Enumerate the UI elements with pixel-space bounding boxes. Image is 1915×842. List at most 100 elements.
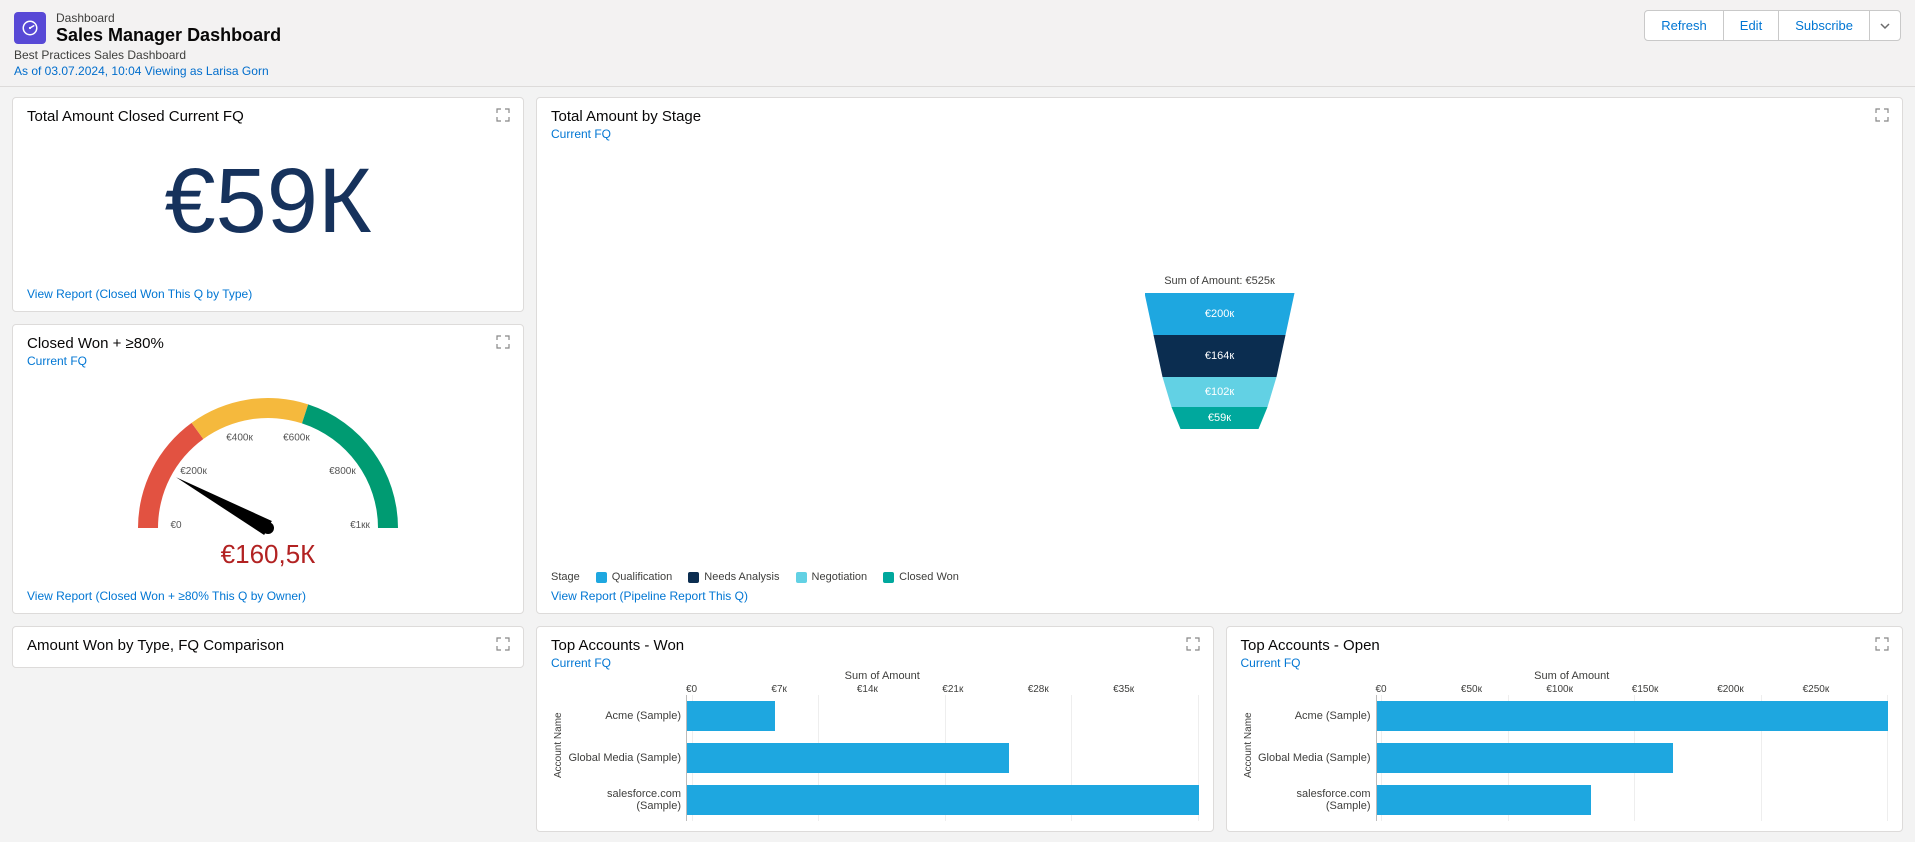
chevron-down-icon <box>1880 21 1890 31</box>
card-title: Total Amount by Stage <box>551 108 1888 125</box>
expand-button[interactable] <box>493 635 513 655</box>
card-total-amount-closed: Total Amount Closed Current FQ €59К View… <box>12 97 524 312</box>
legend-label: Closed Won <box>899 571 959 583</box>
x-tick: €35к <box>1113 684 1198 695</box>
x-axis-label: Sum of Amount <box>1256 670 1889 682</box>
svg-text:€0: €0 <box>170 520 182 531</box>
legend-swatch <box>796 572 807 583</box>
bar-fill <box>687 701 775 730</box>
expand-button[interactable] <box>493 333 513 353</box>
legend-label: Needs Analysis <box>704 571 779 583</box>
expand-icon <box>496 335 510 349</box>
x-tick: €50к <box>1461 684 1546 695</box>
x-tick: €0 <box>1376 684 1461 695</box>
header-actions: Refresh Edit Subscribe <box>1644 10 1901 41</box>
page-header: Dashboard Sales Manager Dashboard Best P… <box>0 0 1915 87</box>
x-tick: €14к <box>857 684 942 695</box>
legend-swatch <box>688 572 699 583</box>
bar-label: Global Media (Sample) <box>566 752 681 764</box>
expand-icon <box>496 637 510 651</box>
legend-item: Needs Analysis <box>688 571 779 583</box>
bar-row: Acme (Sample) <box>686 695 1199 737</box>
expand-button[interactable] <box>1872 635 1892 655</box>
card-total-amount-by-stage: Total Amount by Stage Current FQ Sum of … <box>536 97 1903 614</box>
bar-row: salesforce.com (Sample) <box>1376 779 1889 821</box>
card-title: Top Accounts - Won <box>551 637 1199 654</box>
bar-fill <box>1377 701 1889 730</box>
card-closed-won-80: Closed Won + ≥80% Current FQ €0€200к€400… <box>12 324 524 614</box>
legend-label: Qualification <box>612 571 673 583</box>
edit-button[interactable]: Edit <box>1723 10 1779 41</box>
x-tick: €200к <box>1717 684 1802 695</box>
svg-text:€1кк: €1кк <box>350 520 370 531</box>
bar-row: Global Media (Sample) <box>1376 737 1889 779</box>
funnel-segment: €200к <box>1145 293 1295 335</box>
gauge-value-label: €160,5К <box>221 539 316 570</box>
x-tick: €21к <box>942 684 1027 695</box>
card-subtitle: Current FQ <box>551 656 1199 670</box>
bar-row: salesforce.com (Sample) <box>686 779 1199 821</box>
bar-fill <box>1377 743 1674 772</box>
expand-button[interactable] <box>1872 106 1892 126</box>
bar-rows: Acme (Sample)Global Media (Sample)salesf… <box>1256 695 1889 821</box>
metric-value: €59К <box>27 125 509 287</box>
funnel-segment: €102к <box>1145 377 1295 407</box>
subscribe-button[interactable]: Subscribe <box>1778 10 1870 41</box>
card-title: Closed Won + ≥80% <box>27 335 509 352</box>
view-report-link[interactable]: View Report (Closed Won + ≥80% This Q by… <box>27 589 509 603</box>
x-axis-label: Sum of Amount <box>566 670 1199 682</box>
bar-label: Acme (Sample) <box>566 710 681 722</box>
dashboard-icon <box>14 12 46 44</box>
svg-text:€600к: €600к <box>283 433 310 444</box>
expand-icon <box>1186 637 1200 651</box>
page-meta: As of 03.07.2024, 10:04 Viewing as Laris… <box>14 64 281 78</box>
card-title: Amount Won by Type, FQ Comparison <box>27 637 509 654</box>
card-subtitle: Current FQ <box>1241 656 1889 670</box>
card-top-accounts-open: Top Accounts - Open Current FQ Account N… <box>1226 626 1904 832</box>
expand-button[interactable] <box>1183 635 1203 655</box>
legend-title: Stage <box>551 571 580 583</box>
funnel-segment: €164к <box>1145 335 1295 377</box>
expand-icon <box>1875 108 1889 122</box>
card-subtitle: Current FQ <box>551 127 1888 141</box>
svg-text:€800к: €800к <box>329 466 356 477</box>
view-report-link[interactable]: View Report (Pipeline Report This Q) <box>551 589 1888 603</box>
x-tick: €100к <box>1546 684 1631 695</box>
object-label: Dashboard <box>56 11 115 25</box>
x-tick: €250к <box>1803 684 1888 695</box>
legend-item: Qualification <box>596 571 673 583</box>
more-actions-button[interactable] <box>1869 10 1901 41</box>
legend-label: Negotiation <box>812 571 868 583</box>
svg-text:€200к: €200к <box>180 466 207 477</box>
legend-item: Closed Won <box>883 571 959 583</box>
bar-row: Global Media (Sample) <box>686 737 1199 779</box>
refresh-button[interactable]: Refresh <box>1644 10 1724 41</box>
legend-swatch <box>883 572 894 583</box>
legend-swatch <box>596 572 607 583</box>
x-ticks: €0€7к€14к€21к€28к€35к <box>566 684 1199 695</box>
view-report-link[interactable]: View Report (Closed Won This Q by Type) <box>27 287 509 301</box>
card-subtitle: Current FQ <box>27 354 509 368</box>
card-amount-won-by-type: Amount Won by Type, FQ Comparison <box>12 626 524 668</box>
x-tick: €0 <box>686 684 771 695</box>
funnel-segment: €59к <box>1145 407 1295 429</box>
funnel-sum-label: Sum of Amount: €525к <box>1164 275 1275 287</box>
expand-button[interactable] <box>493 106 513 126</box>
legend-item: Negotiation <box>796 571 868 583</box>
funnel-legend: Stage Qualification Needs Analysis Negotia… <box>551 571 1888 583</box>
y-axis-label: Account Name <box>1241 670 1256 821</box>
y-axis-label: Account Name <box>551 670 566 821</box>
bar-row: Acme (Sample) <box>1376 695 1889 737</box>
x-tick: €7к <box>771 684 856 695</box>
x-tick: €150к <box>1632 684 1717 695</box>
bar-rows: Acme (Sample)Global Media (Sample)salesf… <box>566 695 1199 821</box>
card-title: Top Accounts - Open <box>1241 637 1889 654</box>
bar-label: salesforce.com (Sample) <box>1256 788 1371 812</box>
bar-label: Acme (Sample) <box>1256 710 1371 722</box>
gauge-chart: €0€200к€400к€600к€800к€1кк <box>98 368 438 543</box>
funnel-chart: €200к€164к€102к€59к <box>1145 293 1295 429</box>
bar-label: salesforce.com (Sample) <box>566 788 681 812</box>
card-top-accounts-won: Top Accounts - Won Current FQ Account Na… <box>536 626 1214 832</box>
expand-icon <box>496 108 510 122</box>
x-ticks: €0€50к€100к€150к€200к€250к <box>1256 684 1889 695</box>
